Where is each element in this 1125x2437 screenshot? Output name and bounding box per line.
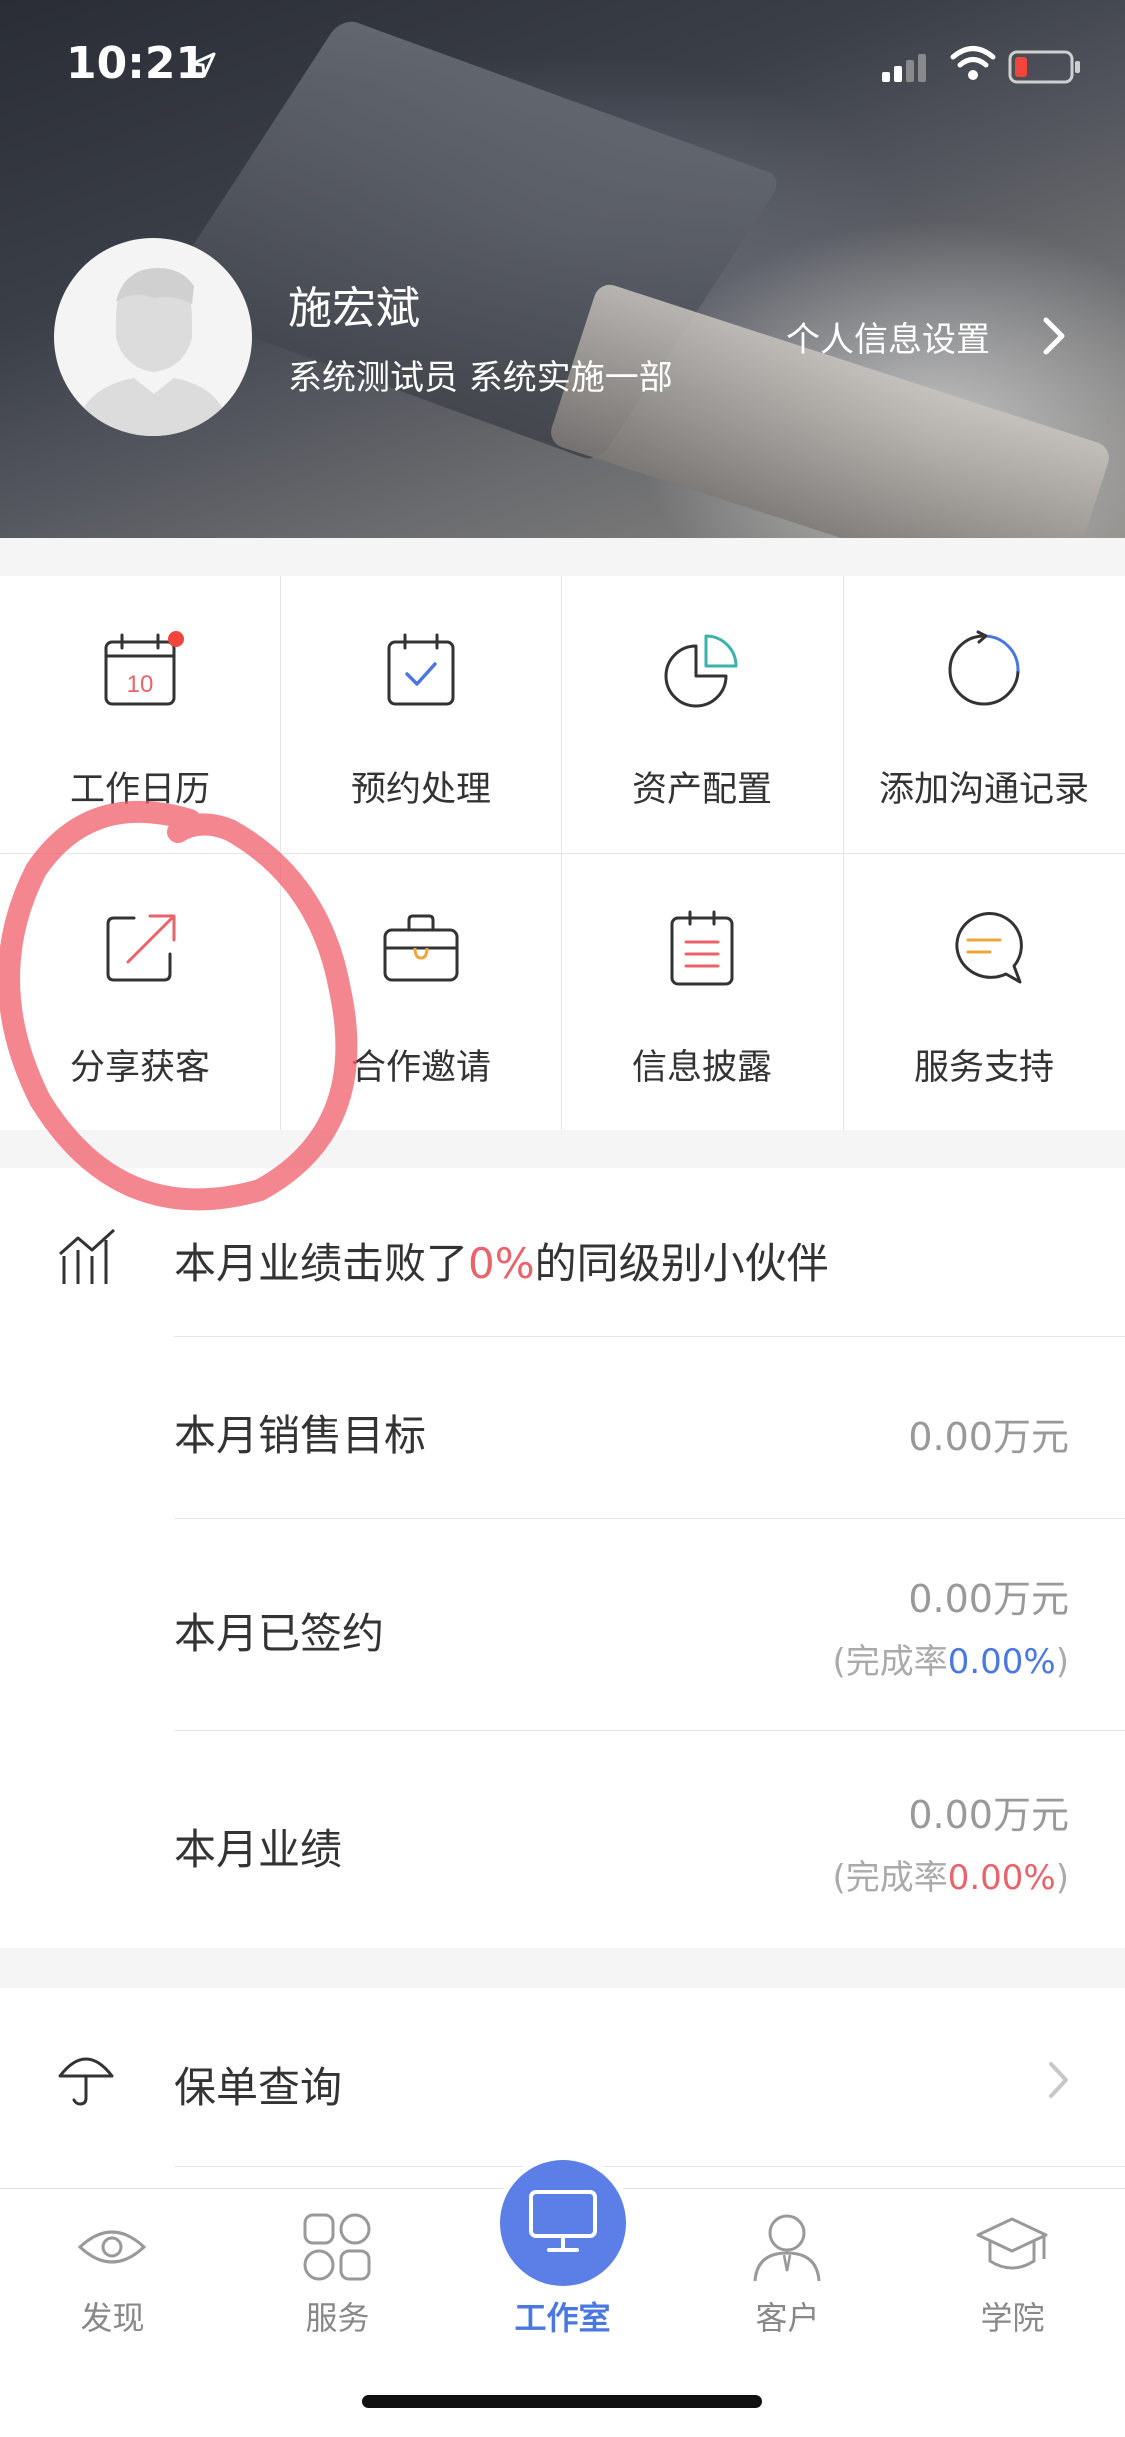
chevron-right-icon[interactable] (1040, 316, 1068, 356)
grid-item-disclosure[interactable]: 信息披露 (562, 854, 842, 1130)
battery-low-icon (1008, 50, 1080, 84)
default-person-icon (74, 268, 232, 436)
calendar-check-icon (387, 633, 455, 706)
sales-target-label: 本月销售目标 (174, 1411, 427, 1460)
tab-label: 发现 (80, 2299, 145, 2337)
studio-tab-button[interactable] (500, 2160, 626, 2286)
policy-query-label: 保单查询 (174, 2063, 343, 2112)
grid-item-add-communication[interactable]: 添加沟通记录 (844, 576, 1124, 852)
grid-item-label: 添加沟通记录 (878, 770, 1089, 810)
chevron-right-icon (1049, 2062, 1068, 2098)
headline-suffix: 的同级别小伙伴 (534, 1239, 829, 1288)
tab-label: 工作室 (514, 2299, 611, 2337)
headline-percent: 0% (468, 1239, 535, 1288)
performance-label: 本月业绩 (174, 1825, 343, 1874)
grid-item-service-support[interactable]: 服务支持 (844, 854, 1124, 1130)
chat-bubble-icon (955, 912, 1023, 984)
grid-item-asset-allocation[interactable]: 资产配置 (562, 576, 842, 852)
row-divider (174, 1336, 1125, 1337)
rate-value: 0.00% (947, 1642, 1056, 1682)
rate-suffix: ) (1055, 1858, 1069, 1898)
eye-icon (77, 2230, 147, 2264)
share-icon (106, 914, 176, 982)
profile-settings-link[interactable]: 个人信息设置 (786, 312, 990, 361)
grid-item-work-calendar[interactable]: 10 工作日历 (0, 576, 280, 852)
cellular-signal-icon (882, 54, 926, 82)
grid-item-label: 合作邀请 (350, 1048, 491, 1088)
graduation-cap-icon (976, 2217, 1048, 2270)
grid-item-label: 信息披露 (631, 1048, 772, 1088)
feature-grid: 10 工作日历 预约处理 资产配置 添加沟通记录 分享获客 合作邀请 信息披露 … (0, 576, 1125, 1130)
grid-item-label: 预约处理 (350, 770, 491, 810)
sales-target-value: 0.00万元 (908, 1415, 1069, 1459)
tab-academy[interactable]: 学院 (900, 2189, 1125, 2369)
signed-label: 本月已签约 (174, 1609, 385, 1658)
notification-dot (168, 631, 184, 647)
grid-item-share[interactable]: 分享获客 (0, 854, 280, 1130)
location-arrow-icon (190, 52, 216, 78)
performance-card: 本月业绩击败了0%的同级别小伙伴 本月销售目标 0.00万元 本月已签约 0.0… (0, 1168, 1125, 1948)
row-divider (174, 1730, 1125, 1731)
grid-item-label: 服务支持 (913, 1048, 1054, 1088)
rate-value: 0.00% (947, 1858, 1056, 1898)
user-role: 系统测试员 系统实施一部 (288, 358, 673, 398)
grid-item-label: 资产配置 (631, 770, 772, 810)
signed-completion-rate: (完成率0.00%) (832, 1634, 1069, 1683)
signed-value: 0.00万元 (908, 1577, 1069, 1621)
performance-completion-rate: (完成率0.00%) (832, 1850, 1069, 1899)
calendar-date: 10 (127, 671, 154, 698)
policy-query-row[interactable]: 保单查询 (0, 1988, 1125, 2188)
avatar[interactable] (54, 238, 252, 436)
rate-suffix: ) (1055, 1642, 1069, 1682)
tab-label: 客户 (755, 2299, 820, 2337)
status-time: 10:21 (66, 38, 207, 89)
briefcase-icon (383, 914, 459, 982)
tab-label: 服务 (305, 2299, 370, 2337)
rate-prefix: (完成率 (832, 1858, 948, 1898)
pie-chart-icon (664, 634, 738, 708)
profile-header: 10:21 施宏斌 系统测试员 系统实施一部 个人信息设置 (0, 0, 1125, 538)
tab-label: 学院 (980, 2299, 1045, 2337)
clipboard-icon (670, 910, 734, 986)
grid-icon (303, 2213, 371, 2281)
tab-customer[interactable]: 客户 (675, 2189, 900, 2369)
performance-value: 0.00万元 (908, 1793, 1069, 1837)
person-icon (753, 2214, 821, 2282)
wifi-icon (950, 46, 996, 80)
row-divider (174, 2166, 1125, 2167)
row-divider (174, 1518, 1125, 1519)
grid-item-appointment[interactable]: 预约处理 (281, 576, 561, 852)
performance-headline: 本月业绩击败了0%的同级别小伙伴 (174, 1230, 829, 1291)
grid-item-label: 工作日历 (69, 770, 210, 810)
home-indicator (362, 2395, 762, 2408)
refresh-circle-icon (948, 630, 1020, 706)
bar-chart-trend-icon (59, 1228, 116, 1284)
user-name: 施宏斌 (288, 283, 420, 334)
tab-service[interactable]: 服务 (225, 2189, 450, 2369)
rate-prefix: (完成率 (832, 1642, 948, 1682)
umbrella-icon (58, 2057, 114, 2106)
monitor-icon (529, 2190, 597, 2252)
headline-prefix: 本月业绩击败了 (174, 1239, 469, 1288)
tab-discover[interactable]: 发现 (0, 2189, 225, 2369)
grid-item-label: 分享获客 (69, 1048, 210, 1088)
grid-item-cooperation-invite[interactable]: 合作邀请 (281, 854, 561, 1130)
